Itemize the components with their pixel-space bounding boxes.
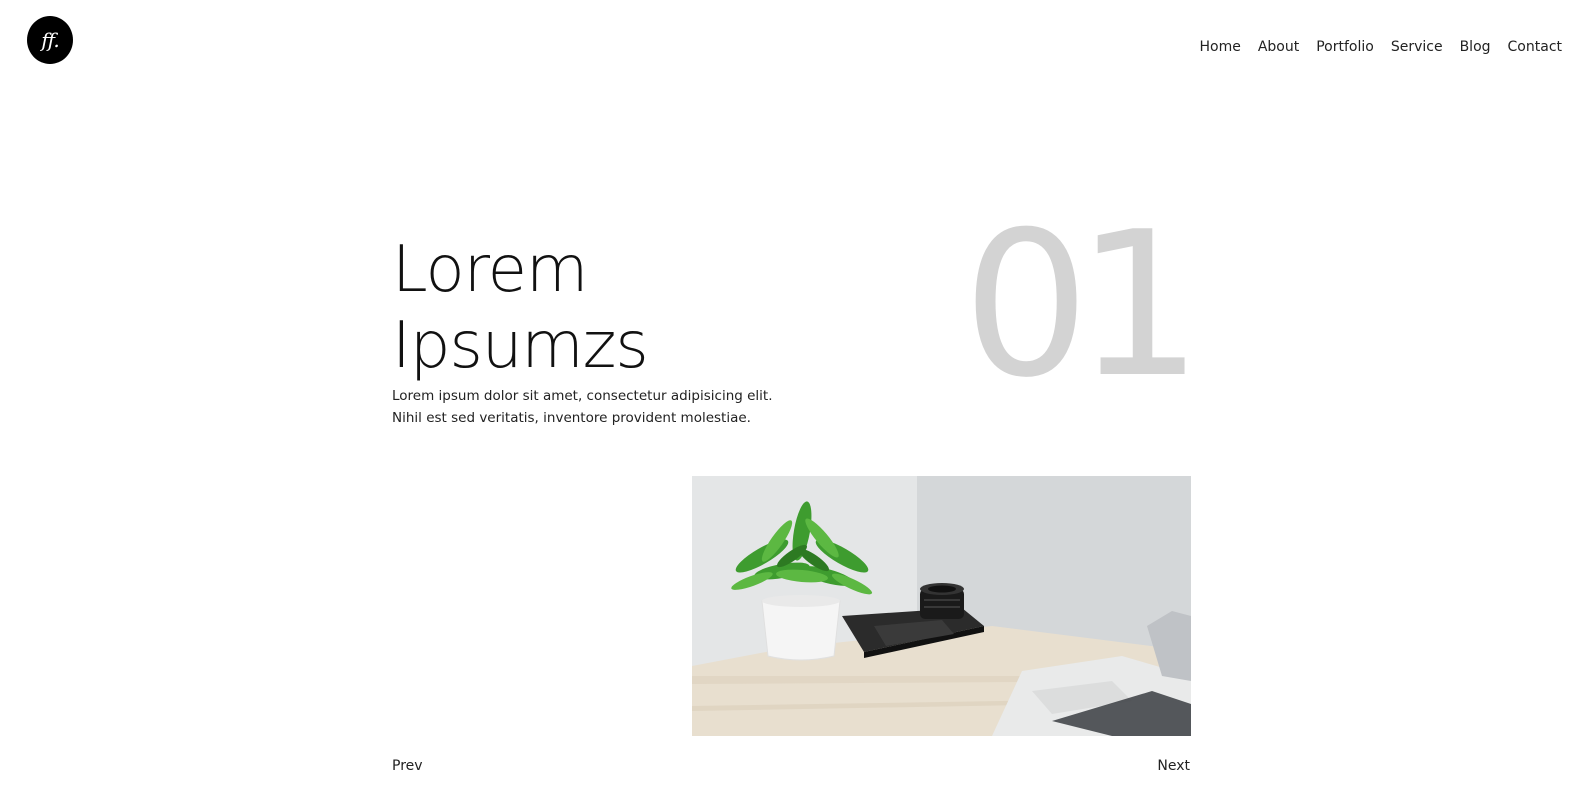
main-nav: Home About Portfolio Service Blog Contac… <box>1199 36 1562 55</box>
hero-image <box>692 476 1191 736</box>
nav-item-portfolio[interactable]: Portfolio <box>1316 39 1374 55</box>
hero-description: Lorem ipsum dolor sit amet, consectetur … <box>392 385 773 429</box>
nav-item-about[interactable]: About <box>1258 39 1299 55</box>
nav-item-home[interactable]: Home <box>1199 39 1240 55</box>
hero-title-line1: Lorem <box>392 233 588 307</box>
slide-number: 01 <box>962 189 1203 422</box>
logo-text: ff. <box>41 28 59 52</box>
hero-title: Lorem Ipsumzs <box>392 232 649 384</box>
nav-item-contact[interactable]: Contact <box>1508 39 1562 55</box>
next-button[interactable]: Next <box>1157 758 1190 774</box>
hero-description-line1: Lorem ipsum dolor sit amet, consectetur … <box>392 388 773 404</box>
logo[interactable]: ff. <box>27 16 73 64</box>
nav-item-service[interactable]: Service <box>1391 39 1443 55</box>
hero-description-line2: Nihil est sed veritatis, inventore provi… <box>392 410 751 426</box>
prev-button[interactable]: Prev <box>392 758 423 774</box>
nav-item-blog[interactable]: Blog <box>1460 39 1491 55</box>
hero-title-line2: Ipsumzs <box>392 309 649 383</box>
